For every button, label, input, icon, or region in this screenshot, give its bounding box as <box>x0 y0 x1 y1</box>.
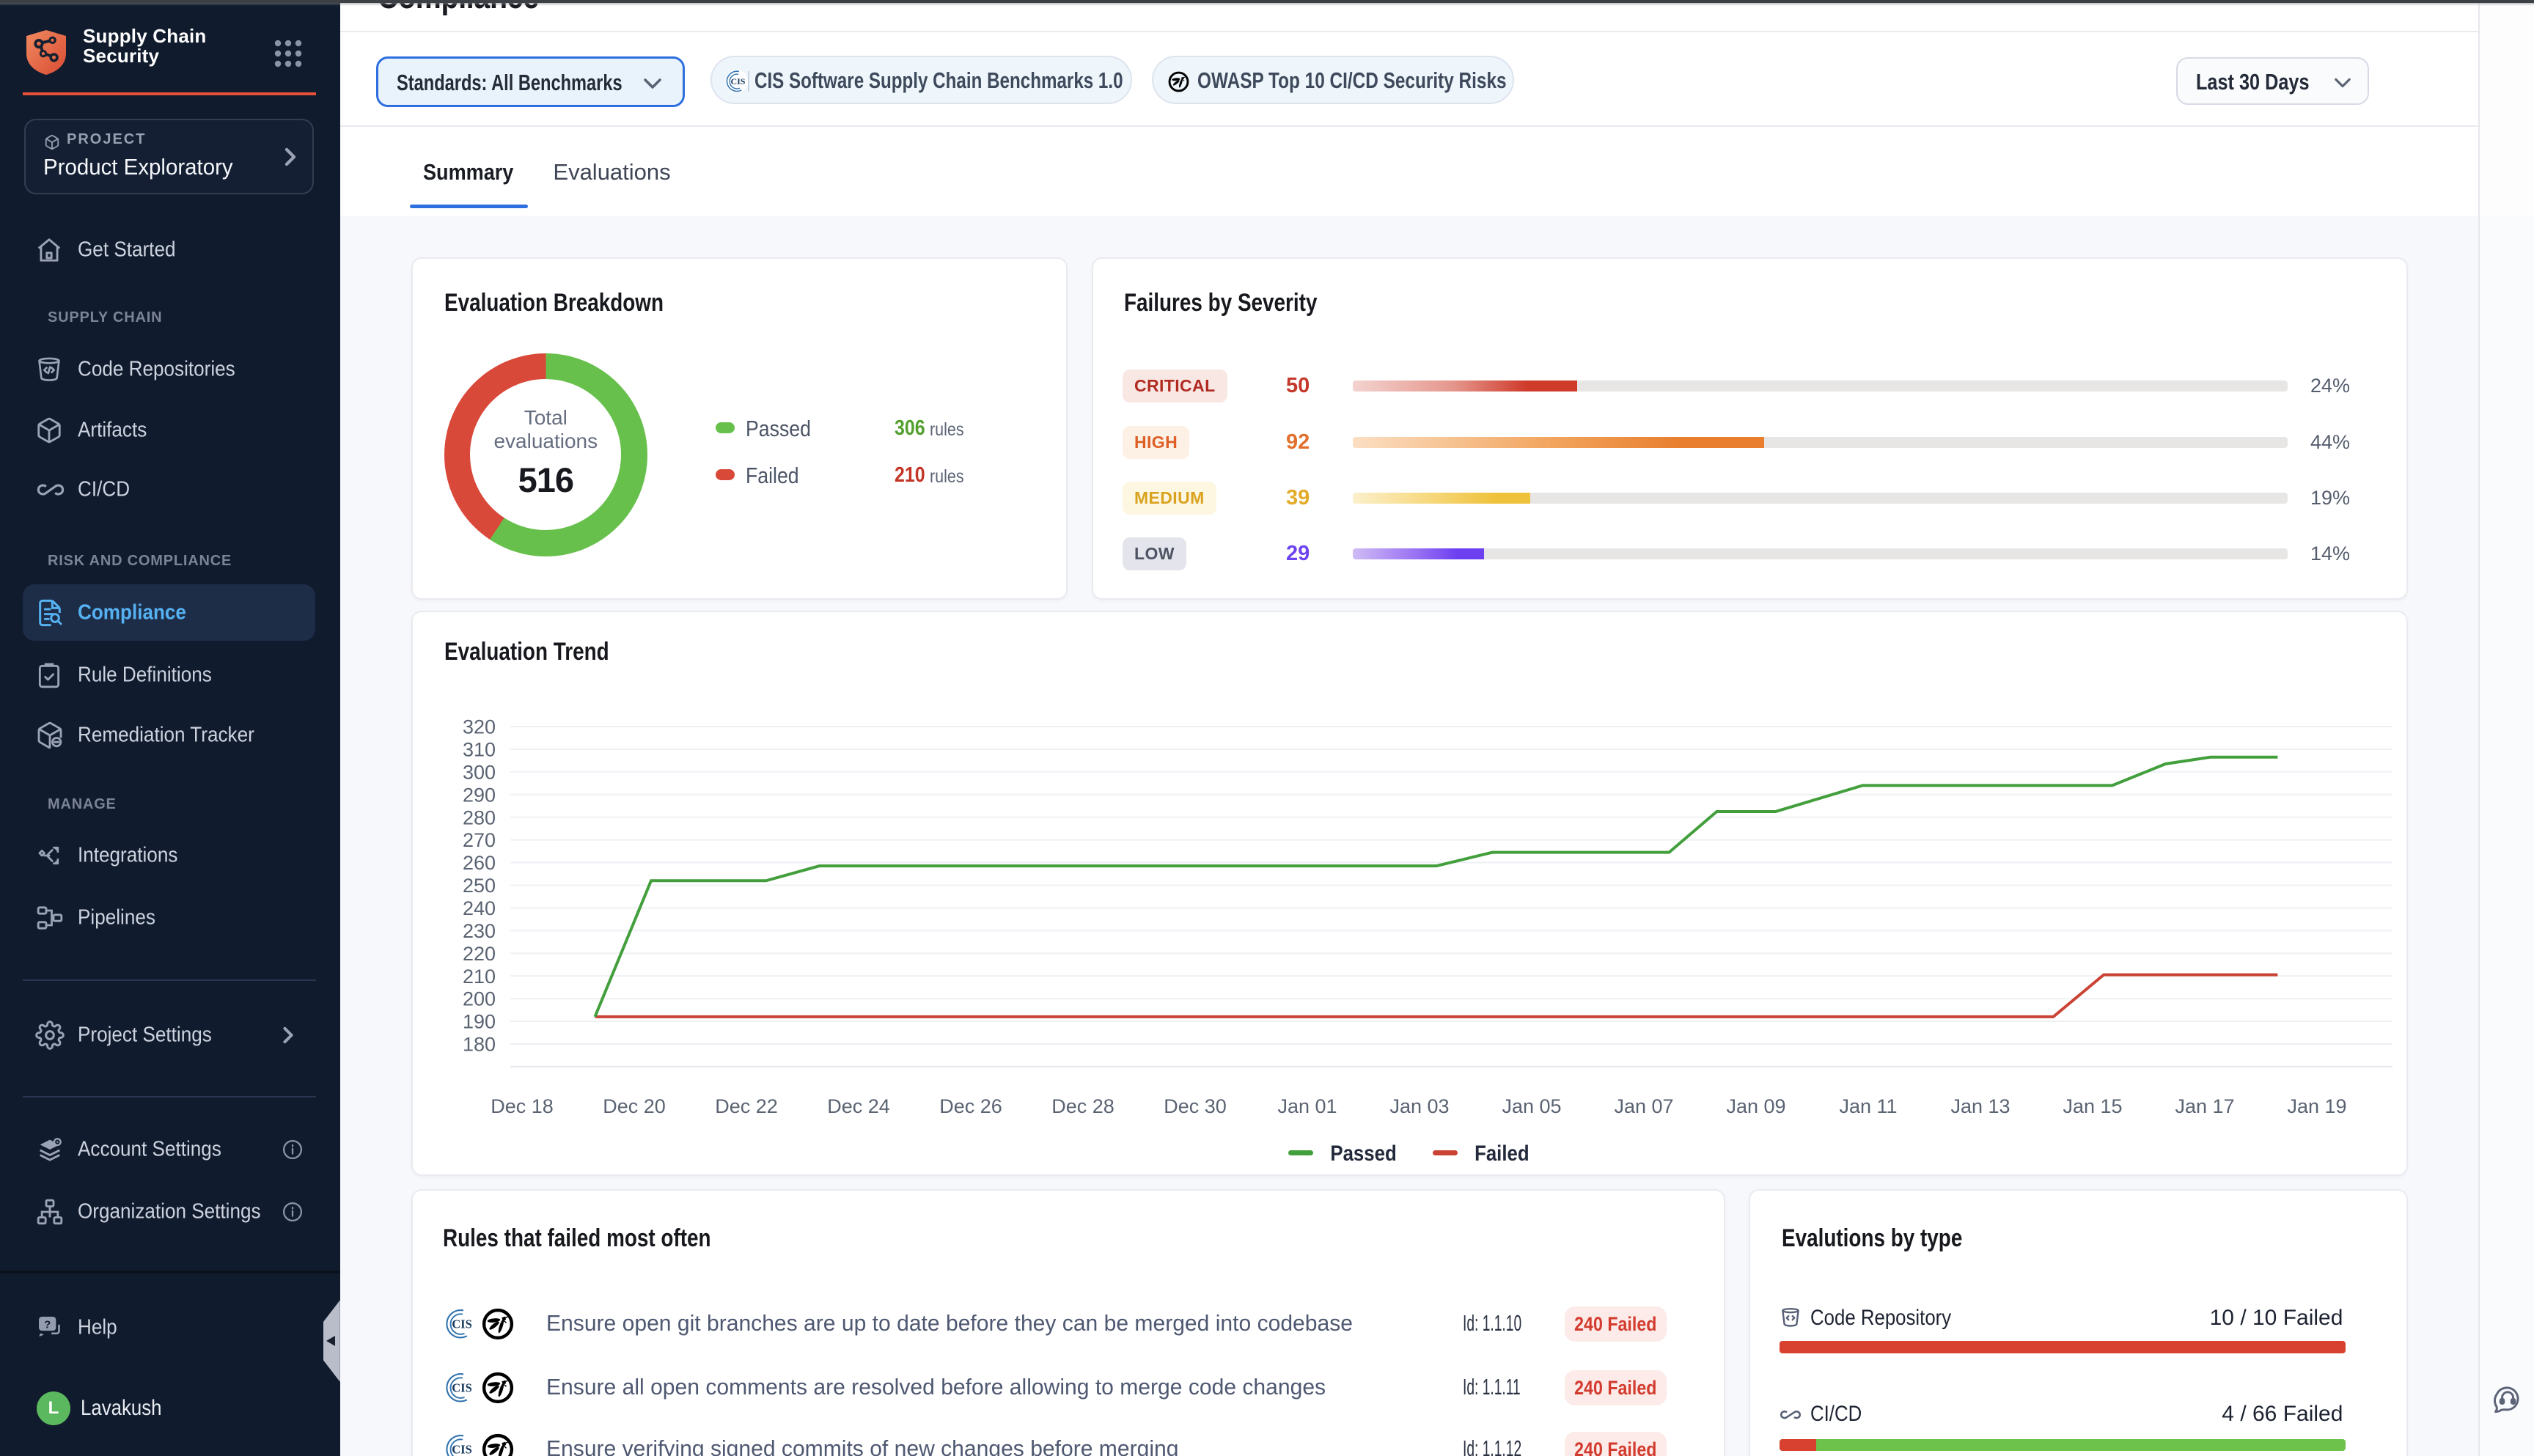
svg-text:Dec 20: Dec 20 <box>603 1095 666 1117</box>
svg-text:Dec 26: Dec 26 <box>939 1095 1002 1117</box>
svg-text:280: 280 <box>463 806 496 828</box>
svg-text:Jan 17: Jan 17 <box>2175 1095 2234 1117</box>
svg-text:230: 230 <box>463 919 496 941</box>
svg-text:210: 210 <box>463 965 496 987</box>
svg-text:320: 320 <box>463 716 496 738</box>
svg-text:270: 270 <box>463 829 496 851</box>
svg-text:Dec 24: Dec 24 <box>827 1095 890 1117</box>
svg-text:Jan 03: Jan 03 <box>1389 1095 1449 1117</box>
svg-text:240: 240 <box>463 897 496 919</box>
svg-text:300: 300 <box>463 761 496 783</box>
svg-text:Dec 28: Dec 28 <box>1051 1095 1114 1117</box>
svg-text:290: 290 <box>463 784 496 806</box>
svg-text:Jan 07: Jan 07 <box>1614 1095 1673 1117</box>
svg-text:Dec 18: Dec 18 <box>491 1095 554 1117</box>
svg-text:Jan 11: Jan 11 <box>1839 1095 1897 1117</box>
svg-text:310: 310 <box>463 738 496 760</box>
svg-text:Jan 05: Jan 05 <box>1502 1095 1561 1117</box>
svg-text:260: 260 <box>463 852 496 874</box>
svg-text:?: ? <box>44 1318 51 1331</box>
svg-text:180: 180 <box>463 1033 496 1055</box>
svg-text:250: 250 <box>463 875 496 897</box>
svg-text:Jan 15: Jan 15 <box>2063 1095 2122 1117</box>
svg-text:Jan 09: Jan 09 <box>1726 1095 1785 1117</box>
svg-text:Jan 13: Jan 13 <box>1950 1095 2010 1117</box>
svg-text:220: 220 <box>463 942 496 964</box>
svg-text:Jan 19: Jan 19 <box>2287 1095 2346 1117</box>
svg-text:Dec 22: Dec 22 <box>715 1095 778 1117</box>
svg-text:190: 190 <box>463 1010 496 1032</box>
svg-text:Dec 30: Dec 30 <box>1164 1095 1227 1117</box>
svg-text:Jan 01: Jan 01 <box>1277 1095 1337 1117</box>
svg-text:200: 200 <box>463 988 496 1010</box>
